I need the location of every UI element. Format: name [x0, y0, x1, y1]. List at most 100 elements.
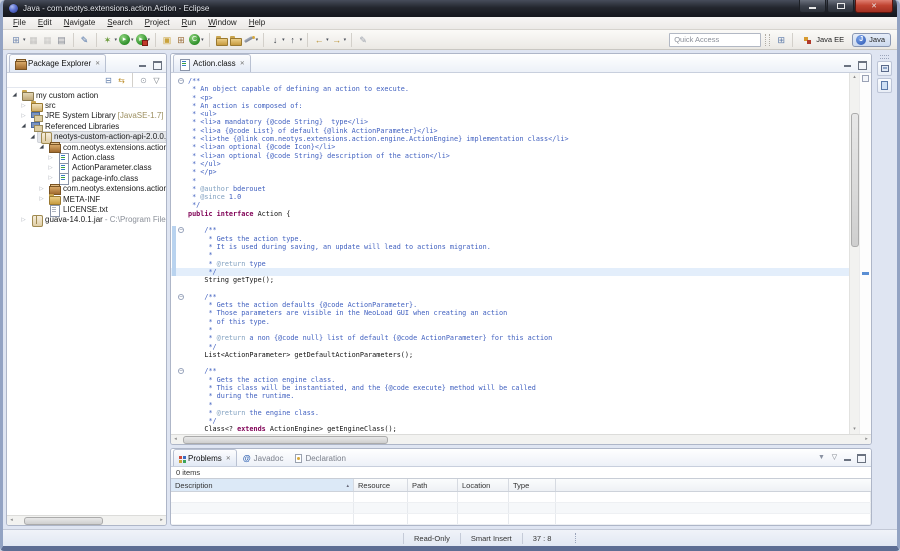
code-line[interactable]: * [171, 401, 849, 409]
code-line[interactable]: * <li>an optional {@code Icon}</li> [171, 143, 849, 151]
code-line[interactable] [171, 218, 849, 226]
new-java-project-button[interactable]: ▣ [160, 33, 174, 47]
collapse-all-button[interactable]: ⊟ [102, 75, 115, 86]
dropdown-arrow-icon[interactable]: ▾ [326, 37, 329, 43]
code-line[interactable] [171, 284, 849, 292]
close-view-icon[interactable]: ✕ [95, 60, 100, 67]
minimize-editor-icon[interactable] [842, 60, 853, 69]
perspective-java-ee-button[interactable]: Java EE [799, 33, 850, 47]
table-row[interactable] [171, 503, 871, 514]
new-java-package-button[interactable]: ⊞ [174, 33, 188, 47]
close-editor-tab-icon[interactable]: ✕ [240, 60, 245, 67]
perspective-java-button[interactable]: Java [852, 33, 891, 47]
run-button[interactable]: ▸▾ [118, 33, 135, 46]
scroll-up-icon[interactable]: ▴ [850, 73, 859, 82]
fold-collapse-icon[interactable]: − [178, 78, 184, 84]
editor-vscrollbar[interactable]: ▴ ▾ [849, 73, 859, 434]
tree-closed-arrow-icon[interactable]: ▷ [19, 101, 28, 111]
code-line[interactable]: * <li>an optional {@code String} descrip… [171, 152, 849, 160]
print-button[interactable]: ▤ [55, 33, 69, 47]
package-explorer-tab[interactable]: Package Explorer ✕ [9, 54, 106, 72]
menu-edit[interactable]: Edit [32, 17, 58, 29]
window-minimize-button[interactable] [799, 0, 826, 13]
maximize-view-button[interactable] [854, 452, 867, 464]
scroll-down-icon[interactable]: ▾ [850, 425, 859, 434]
code-line[interactable]: */ [171, 417, 849, 425]
filter-button[interactable]: ▼ [815, 452, 828, 464]
code-line[interactable]: * <p> [171, 94, 849, 102]
menu-file[interactable]: File [7, 17, 32, 29]
code-line[interactable]: */ [171, 343, 849, 351]
dropdown-arrow-icon[interactable]: ▾ [282, 37, 285, 43]
outline-view-button[interactable] [877, 78, 892, 93]
title-bar[interactable]: Java - com.neotys.extensions.action.Acti… [3, 0, 897, 17]
tree-item[interactable]: ▷guava-14.0.1.jar - C:\Program Files\ [7, 215, 166, 225]
tree-open-arrow-icon[interactable]: ◢ [28, 132, 37, 142]
close-tab-icon[interactable]: ✕ [226, 455, 231, 462]
editor-vscroll-thumb[interactable] [851, 113, 859, 247]
tab-javadoc[interactable]: @Javadoc [237, 449, 290, 466]
tree-closed-arrow-icon[interactable]: ▷ [19, 215, 28, 225]
scroll-right-icon[interactable]: ▸ [157, 516, 166, 525]
code-line[interactable]: * Gets the action engine class. [171, 376, 849, 384]
editor-tab-action-class[interactable]: Action.class ✕ [173, 54, 251, 72]
restore-views-button[interactable] [877, 61, 892, 76]
code-line[interactable]: * This class will be instantiated, and t… [171, 384, 849, 392]
scroll-left-icon[interactable]: ◂ [7, 516, 16, 525]
code-line[interactable]: * It is used during saving, an update wi… [171, 243, 849, 251]
tab-problems[interactable]: Problems✕ [173, 449, 237, 466]
editor-hscroll-thumb[interactable] [183, 436, 388, 444]
fold-collapse-icon[interactable]: − [178, 368, 184, 374]
maximize-editor-icon[interactable] [856, 60, 867, 69]
code-line[interactable]: * </p> [171, 168, 849, 176]
explorer-hscroll-thumb[interactable] [24, 517, 103, 525]
column-header-resource[interactable]: Resource [354, 479, 408, 491]
table-row[interactable] [171, 492, 871, 503]
dropdown-arrow-icon[interactable]: ▾ [300, 37, 303, 43]
code-line[interactable]: * @since 1.0 [171, 193, 849, 201]
editor-hscrollbar[interactable]: ◂ ▸ [171, 434, 871, 444]
maximize-view-icon[interactable] [151, 60, 162, 69]
code-line[interactable]: * during the runtime. [171, 392, 849, 400]
table-row[interactable] [171, 514, 871, 525]
code-line[interactable]: * <li>a {@code List} of default {@link A… [171, 127, 849, 135]
code-line[interactable]: */ [171, 201, 849, 209]
minimize-view-icon[interactable] [137, 60, 148, 69]
code-line[interactable]: * An object capable of defining an actio… [171, 85, 849, 93]
code-line[interactable]: * Gets the action type. [171, 235, 849, 243]
menu-search[interactable]: Search [101, 17, 138, 29]
code-line[interactable]: * [171, 177, 849, 185]
code-line[interactable]: * of this type. [171, 318, 849, 326]
code-line[interactable]: * Gets the action defaults {@code Action… [171, 301, 849, 309]
current-code-line[interactable]: */ [171, 268, 849, 276]
next-annotation-button[interactable]: ↓▾ [268, 33, 286, 47]
menu-project[interactable]: Project [139, 17, 176, 29]
code-line[interactable]: * </ul> [171, 160, 849, 168]
dropdown-arrow-icon[interactable]: ▾ [148, 37, 151, 43]
fold-collapse-icon[interactable]: − [178, 294, 184, 300]
code-line[interactable]: * [171, 251, 849, 259]
code-line[interactable]: −/** [171, 77, 849, 85]
minimize-view-button[interactable] [841, 452, 854, 464]
code-line[interactable]: public interface Action { [171, 210, 849, 218]
menu-help[interactable]: Help [243, 17, 271, 29]
tree-closed-arrow-icon[interactable]: ▷ [46, 153, 55, 163]
dropdown-arrow-icon[interactable]: ▾ [115, 37, 118, 43]
code-line[interactable]: List<ActionParameter> getDefaultActionPa… [171, 351, 849, 359]
tree-item[interactable]: ◢my custom action [7, 90, 166, 100]
back-button[interactable]: ←▾ [312, 33, 330, 47]
column-header-description[interactable]: Description▴ [171, 479, 354, 491]
previous-annotation-button[interactable]: ↑▾ [286, 33, 304, 47]
code-line[interactable]: * <li>a mandatory {@code String} type</l… [171, 118, 849, 126]
code-line[interactable]: * @return the engine class. [171, 409, 849, 417]
tree-open-arrow-icon[interactable]: ◢ [10, 90, 19, 100]
dropdown-arrow-icon[interactable]: ▾ [344, 37, 347, 43]
window-close-button[interactable]: ✕ [855, 0, 893, 13]
new-java-class-button[interactable]: C▾ [188, 33, 205, 46]
code-line[interactable]: − /** [171, 293, 849, 301]
dropdown-arrow-icon[interactable]: ▾ [201, 37, 204, 43]
mark-occurrences-button[interactable]: ✎ [356, 33, 370, 47]
quick-access-input[interactable] [669, 33, 761, 47]
view-menu-button[interactable]: ▽ [150, 75, 163, 86]
tree-closed-arrow-icon[interactable]: ▷ [19, 111, 28, 121]
